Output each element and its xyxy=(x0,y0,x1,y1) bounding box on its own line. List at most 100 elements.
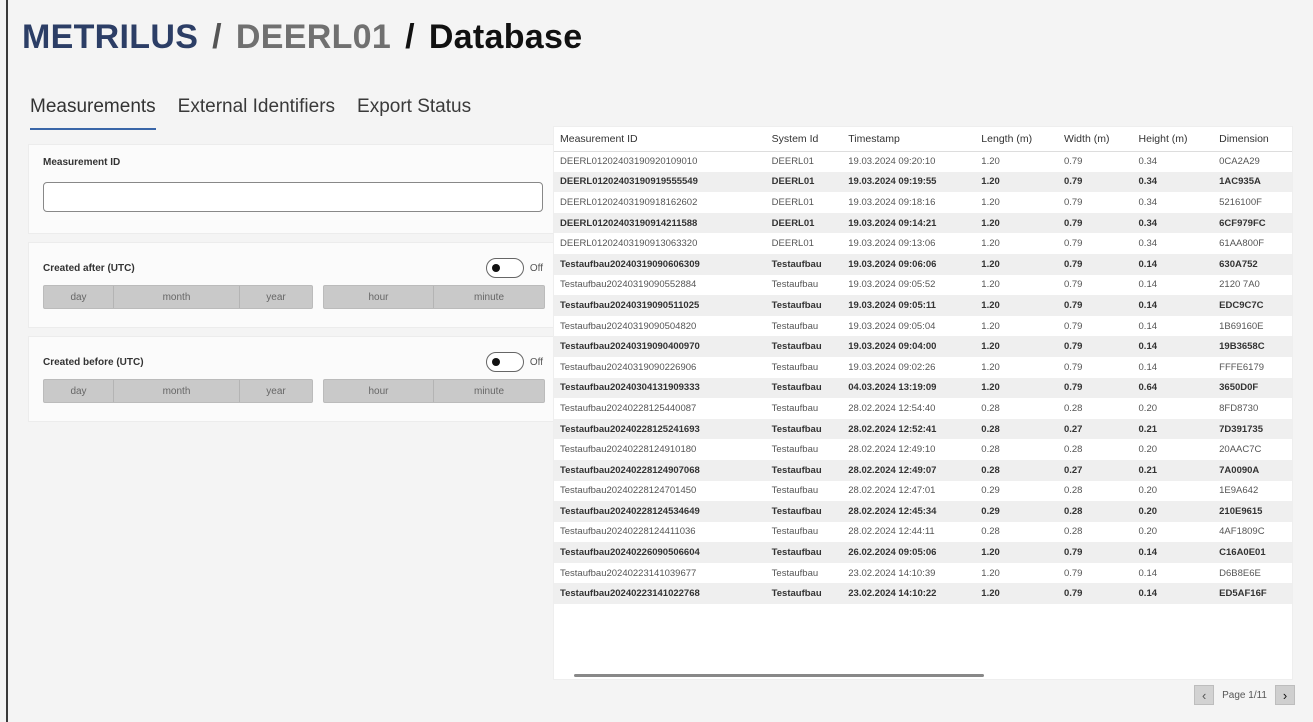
table-row[interactable]: DEERL01202403190920109010 DEERL01 19.03.20… xyxy=(554,151,1292,172)
cell-system-id: Testaufbau xyxy=(765,542,843,563)
cell-measurement-id: Testaufbau20240319090552884 xyxy=(560,279,697,291)
column-header-height[interactable]: Height (m) xyxy=(1132,127,1214,152)
table-row[interactable]: Testaufbau20240228124411036 Testaufbau 28.… xyxy=(554,522,1292,543)
table-row[interactable]: DEERL01202403190918162602 DEERL01 19.03.20… xyxy=(554,192,1292,213)
cell-dimension: ED5AF16F xyxy=(1213,583,1292,605)
cell-height: 0.20 xyxy=(1138,485,1158,497)
breadcrumb-separator: / xyxy=(405,18,415,56)
created-after-time-input: hour minute xyxy=(323,285,545,309)
cell-height: 0.21 xyxy=(1132,418,1214,440)
filter-panel: Measurement ID Created after (UTC) Off d… xyxy=(28,144,558,430)
cell-length: 1.20 xyxy=(981,567,1000,579)
cell-length: 1.20 xyxy=(975,583,1058,605)
cell-system-id: DEERL01 xyxy=(765,171,843,193)
cell-length: 1.20 xyxy=(975,171,1058,193)
table-row[interactable]: Testaufbau20240228125241693 Testaufbau 28.… xyxy=(554,418,1292,440)
cell-dimension: 630A752 xyxy=(1213,253,1292,275)
cell-length: 1.20 xyxy=(975,336,1058,357)
created-after-day-field[interactable]: day xyxy=(44,286,114,308)
column-header-system-id[interactable]: System Id xyxy=(765,127,843,152)
cell-height: 0.34 xyxy=(1132,212,1214,234)
tab-bar: Measurements External Identifiers Export… xyxy=(30,96,1313,130)
cell-dimension: 5216100F xyxy=(1219,196,1262,208)
created-before-toggle[interactable] xyxy=(485,352,524,372)
table-row[interactable]: Testaufbau20240228124907068 Testaufbau 28.… xyxy=(554,459,1292,481)
breadcrumb-separator: / xyxy=(212,18,222,56)
tab-export-status[interactable]: Export Status xyxy=(357,96,471,130)
tab-measurements[interactable]: Measurements xyxy=(30,96,156,130)
table-row[interactable]: Testaufbau20240223141022768 Testaufbau 23.… xyxy=(554,583,1292,605)
breadcrumb-system[interactable]: DEERL01 xyxy=(236,18,391,57)
cell-dimension: 210E9615 xyxy=(1213,501,1292,522)
created-before-day-field[interactable]: day xyxy=(44,380,114,402)
cell-dimension: 1E9A642 xyxy=(1219,485,1259,497)
table-row[interactable]: Testaufbau20240319090606309 Testaufbau 19.… xyxy=(554,253,1292,275)
created-after-minute-field[interactable]: minute xyxy=(434,286,544,308)
table-row[interactable]: DEERL01202403190919555549 DEERL01 19.03.20… xyxy=(554,171,1292,193)
breadcrumb-brand[interactable]: METRILUS xyxy=(22,18,198,57)
column-header-dimension[interactable]: Dimension xyxy=(1213,127,1292,152)
created-before-minute-field[interactable]: minute xyxy=(434,380,544,402)
previous-page-button[interactable]: ‹ xyxy=(1194,685,1215,705)
table-row[interactable]: Testaufbau20240319090400970 Testaufbau 19.… xyxy=(554,336,1292,357)
horizontal-scrollbar[interactable] xyxy=(574,674,984,677)
cell-system-id: Testaufbau xyxy=(771,444,819,456)
table-row[interactable]: Testaufbau20240228124534649 Testaufbau 28.… xyxy=(554,501,1292,522)
created-after-month-field[interactable]: month xyxy=(114,286,240,308)
table-row[interactable]: DEERL01202403190913063320 DEERL01 19.03.20… xyxy=(554,233,1292,254)
tab-external-identifiers[interactable]: External Identifiers xyxy=(178,96,335,130)
next-page-button[interactable]: › xyxy=(1275,685,1295,705)
table-row[interactable]: Testaufbau20240228124910180 Testaufbau 28.… xyxy=(554,439,1292,460)
column-header-timestamp[interactable]: Timestamp xyxy=(842,127,976,152)
cell-dimension: 7A0090A xyxy=(1213,459,1292,481)
table-row[interactable]: Testaufbau20240319090511025 Testaufbau 19.… xyxy=(554,295,1292,316)
cell-width: 0.28 xyxy=(1063,526,1083,538)
column-header-width[interactable]: Width (m) xyxy=(1057,127,1133,152)
created-before-year-field[interactable]: year xyxy=(240,380,312,402)
table-row[interactable]: Testaufbau20240319090226906 Testaufbau 19.… xyxy=(554,357,1292,378)
cell-system-id: Testaufbau xyxy=(771,402,819,414)
measurement-id-input[interactable] xyxy=(43,182,543,212)
cell-width: 0.79 xyxy=(1063,567,1083,579)
created-after-toggle[interactable] xyxy=(485,258,524,278)
cell-width: 0.27 xyxy=(1057,418,1133,440)
cell-height: 0.14 xyxy=(1132,253,1214,275)
column-header-measurement-id[interactable]: Measurement ID xyxy=(554,127,766,152)
cell-width: 0.79 xyxy=(1063,361,1083,373)
table-row[interactable]: Testaufbau20240319090504820 Testaufbau 19.… xyxy=(554,316,1292,337)
cell-measurement-id: Testaufbau20240223141039677 xyxy=(560,567,697,579)
table-row[interactable]: Testaufbau20240304131909333 Testaufbau 04.… xyxy=(554,377,1292,399)
cell-dimension: FFFE6179 xyxy=(1219,361,1265,373)
table-row[interactable]: Testaufbau20240226090506604 Testaufbau 26.… xyxy=(554,542,1292,563)
cell-measurement-id: Testaufbau20240319090511025 xyxy=(554,295,766,316)
cell-system-id: Testaufbau xyxy=(771,567,819,579)
column-header-length[interactable]: Length (m) xyxy=(975,127,1058,152)
created-after-year-field[interactable]: year xyxy=(240,286,312,308)
cell-width: 0.79 xyxy=(1057,253,1133,275)
table-row[interactable]: Testaufbau20240319090552884 Testaufbau 19.… xyxy=(554,275,1292,296)
cell-length: 1.20 xyxy=(981,196,1000,208)
table-row[interactable]: Testaufbau20240228124701450 Testaufbau 28.… xyxy=(554,481,1292,502)
cell-height: 0.14 xyxy=(1138,320,1158,332)
cell-width: 0.28 xyxy=(1063,485,1083,497)
cell-width: 0.27 xyxy=(1057,459,1133,481)
cell-timestamp: 19.03.2024 09:20:10 xyxy=(848,156,936,168)
created-before-month-field[interactable]: month xyxy=(114,380,240,402)
cell-length: 0.28 xyxy=(975,459,1058,481)
cell-timestamp: 28.02.2024 12:44:11 xyxy=(848,526,935,538)
created-after-date-input: day month year xyxy=(43,285,313,309)
cell-width: 0.79 xyxy=(1057,583,1133,605)
cell-system-id: DEERL01 xyxy=(771,196,814,208)
cell-timestamp: 28.02.2024 12:47:01 xyxy=(848,485,936,497)
table-row[interactable]: Testaufbau20240223141039677 Testaufbau 23.… xyxy=(554,563,1292,584)
cell-dimension: 1B69160E xyxy=(1219,320,1264,332)
created-before-hour-field[interactable]: hour xyxy=(324,380,434,402)
table-row[interactable]: DEERL01202403190914211588 DEERL01 19.03.20… xyxy=(554,212,1292,234)
cell-measurement-id: Testaufbau20240228124411036 xyxy=(560,526,696,538)
cell-length: 0.28 xyxy=(981,444,1000,456)
table-row[interactable]: Testaufbau20240228125440087 Testaufbau 28.… xyxy=(554,398,1292,419)
cell-timestamp: 19.03.2024 09:05:52 xyxy=(848,279,936,291)
created-after-hour-field[interactable]: hour xyxy=(324,286,434,308)
cell-timestamp: 04.03.2024 13:19:09 xyxy=(842,377,976,399)
cell-length: 0.28 xyxy=(981,402,1000,414)
